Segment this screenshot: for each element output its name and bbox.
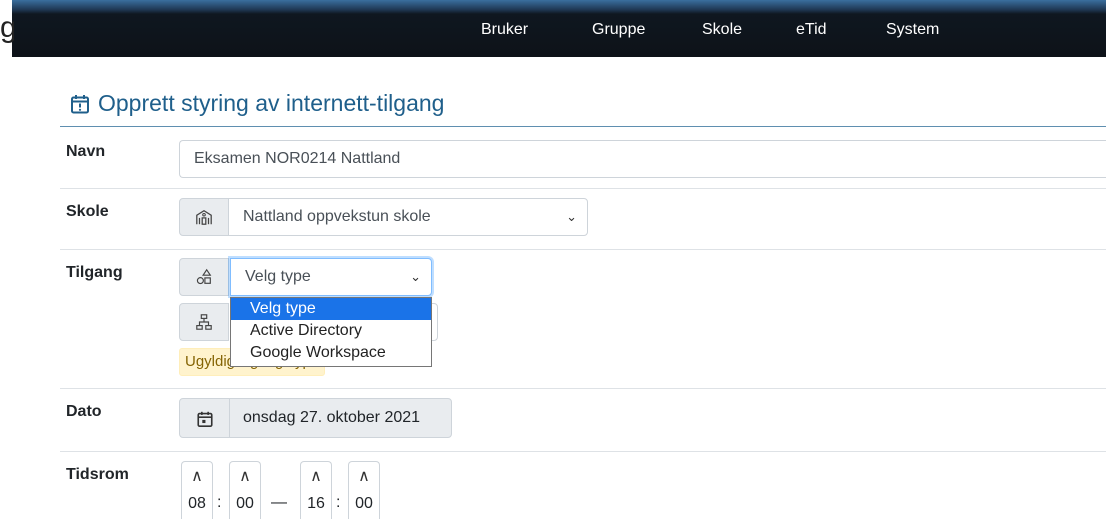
calendar-icon xyxy=(197,411,213,428)
title-divider xyxy=(60,126,1106,127)
page-title-text: Opprett styring av internett-tilgang xyxy=(98,89,445,116)
from-minute-spinner[interactable]: ∧ 00 xyxy=(229,461,261,519)
option-velg-type[interactable]: Velg type xyxy=(231,298,431,320)
chevron-up-icon[interactable]: ∧ xyxy=(301,466,331,486)
from-time-separator: : xyxy=(217,494,222,511)
tilgang-group-addon xyxy=(179,303,229,341)
nav-item-bruker[interactable]: Bruker xyxy=(481,18,528,42)
to-minute-value: 00 xyxy=(355,495,373,512)
from-hour-value: 08 xyxy=(188,495,206,512)
nav-item-system[interactable]: System xyxy=(886,18,939,42)
main-nav: Bruker Gruppe Skole eTid System xyxy=(0,0,1106,57)
time-range-separator: — xyxy=(271,494,287,511)
navn-input[interactable]: Eksamen NOR0214 Nattland xyxy=(179,140,1106,178)
from-hour-spinner[interactable]: ∧ 08 xyxy=(181,461,213,519)
option-google-workspace[interactable]: Google Workspace xyxy=(231,342,431,364)
nav-item-etid[interactable]: eTid xyxy=(796,18,827,42)
page-title: Opprett styring av internett-tilgang xyxy=(70,86,444,120)
label-dato: Dato xyxy=(66,403,102,420)
chevron-up-icon[interactable]: ∧ xyxy=(230,466,260,486)
skole-addon xyxy=(179,198,229,236)
option-active-directory[interactable]: Active Directory xyxy=(231,320,431,342)
nav-item-gruppe[interactable]: Gruppe xyxy=(592,18,645,42)
to-time-separator: : xyxy=(336,494,341,511)
to-hour-spinner[interactable]: ∧ 16 xyxy=(300,461,332,519)
date-value: onsdag 27. oktober 2021 xyxy=(243,409,421,426)
date-picker-button[interactable]: onsdag 27. oktober 2021 xyxy=(179,398,452,438)
hierarchy-icon xyxy=(196,314,212,330)
date-button-divider xyxy=(229,399,230,437)
shapes-icon xyxy=(196,268,212,285)
chevron-up-icon[interactable]: ∧ xyxy=(182,466,212,486)
tilgang-type-addon xyxy=(179,258,229,296)
tilgang-type-value: Velg type xyxy=(245,268,311,285)
nav-item-skole[interactable]: Skole xyxy=(702,18,742,42)
skole-select-value: Nattland oppvekstun skole xyxy=(243,208,431,225)
chevron-down-icon: ⌄ xyxy=(410,269,421,284)
chevron-up-icon[interactable]: ∧ xyxy=(349,466,379,486)
from-minute-value: 00 xyxy=(236,495,254,512)
label-navn: Navn xyxy=(66,143,106,160)
calendar-alert-icon xyxy=(71,95,89,114)
label-tilgang: Tilgang xyxy=(66,264,123,281)
to-minute-spinner[interactable]: ∧ 00 xyxy=(348,461,380,519)
to-hour-value: 16 xyxy=(307,495,325,512)
label-tidsrom: Tidsrom xyxy=(66,466,129,483)
tilgang-type-select[interactable]: Velg type ⌄ xyxy=(230,258,432,296)
skole-select[interactable]: Nattland oppvekstun skole ⌄ xyxy=(228,198,588,236)
label-skole: Skole xyxy=(66,203,109,220)
school-icon xyxy=(196,209,212,225)
tilgang-type-options[interactable]: Velg type Active Directory Google Worksp… xyxy=(230,297,432,367)
top-bar: g Bruker Gruppe Skole eTid System xyxy=(0,0,1106,68)
chevron-down-icon: ⌄ xyxy=(566,209,577,224)
